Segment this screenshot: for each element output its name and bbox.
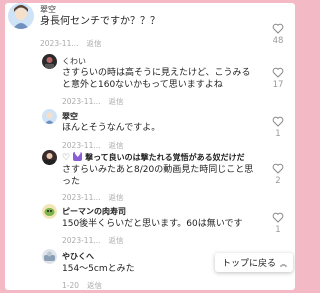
avatar[interactable] <box>42 249 57 264</box>
heart-icon <box>272 163 284 174</box>
comment-meta: 2023-11... 返信 <box>62 140 124 151</box>
like-count: 48 <box>272 36 284 46</box>
username-text: 撃って良いのは撃たれる覚悟がある奴だけだ <box>85 153 245 162</box>
avatar[interactable] <box>8 3 34 29</box>
avatar[interactable] <box>42 150 57 165</box>
like-count: 1 <box>275 225 281 235</box>
username[interactable]: ♡ 撃って良いのは撃たれる覚悟がある奴だけだ <box>62 150 245 163</box>
heart-outline-icon: ♡ <box>62 153 71 163</box>
comment-date: 2023-11... <box>62 193 101 202</box>
reply-link[interactable]: 返信 <box>109 97 124 106</box>
purple-heart-badge-icon <box>73 150 83 161</box>
comment-text: 150後半くらいだと思います。60は無いです <box>62 219 243 229</box>
like-button[interactable]: 17 <box>268 67 288 90</box>
comment-text: 身長何センチですか？？？ <box>40 16 160 27</box>
comment-text: ほんとそうなんですよ。 <box>62 123 161 133</box>
comment-date: 2023-11... <box>40 39 79 48</box>
comment-date: 1-20 <box>62 281 80 290</box>
like-count: 17 <box>272 80 284 90</box>
comments-panel: 翠空 身長何センチですか？？？ 2023-11... 返信 48 くわい さすらい… <box>5 3 295 290</box>
username[interactable]: くわい <box>62 56 86 67</box>
back-to-top-button[interactable]: トップに戻る ︽ <box>214 253 293 272</box>
comment-text-line-1: さすらいみたあと8/20の動画見た時同じこと思 <box>62 165 254 175</box>
comment-date: 2023-11... <box>62 236 101 245</box>
reply-link[interactable]: 返信 <box>109 236 124 245</box>
heart-icon <box>272 212 284 223</box>
double-chevron-up-icon: ︽ <box>280 260 287 268</box>
like-button[interactable]: 48 <box>268 23 288 46</box>
reply-link[interactable]: 返信 <box>109 141 124 150</box>
comment-text-line-2: と意外と160ないかもって思いますよね <box>62 80 223 90</box>
username[interactable]: 翠空 <box>62 111 78 122</box>
comment-text-line-1: さすらいの時は高そうに見えたけど、こうみる <box>62 68 251 78</box>
heart-icon <box>272 116 284 127</box>
username[interactable]: ピーマンの肉寿司 <box>62 206 126 217</box>
username[interactable]: やひくへ <box>62 251 94 262</box>
heart-icon <box>272 67 284 78</box>
username[interactable]: 翠空 <box>40 4 56 15</box>
like-button[interactable]: 1 <box>268 116 288 139</box>
avatar[interactable] <box>42 109 57 124</box>
like-count: 2 <box>275 176 281 186</box>
reply-link[interactable]: 返信 <box>87 39 102 48</box>
avatar[interactable] <box>42 54 57 69</box>
comment-date: 2023-11... <box>62 97 101 106</box>
reply-link[interactable]: 返信 <box>109 193 124 202</box>
comment-meta: 2023-11... 返信 <box>62 192 124 203</box>
comment-text-line-2: った <box>62 177 81 187</box>
comment-text: 154〜5cmとみた <box>62 264 135 274</box>
avatar[interactable] <box>42 204 57 219</box>
comment-meta: 2023-11... 返信 <box>62 235 124 246</box>
comment-meta: 1-20 返信 <box>62 280 102 290</box>
like-button[interactable]: 2 <box>268 163 288 186</box>
back-to-top-label: トップに戻る <box>221 259 276 269</box>
reply-link[interactable]: 返信 <box>87 281 102 290</box>
comment-meta: 2023-11... 返信 <box>40 38 102 49</box>
like-count: 1 <box>275 129 281 139</box>
like-button[interactable]: 1 <box>268 212 288 235</box>
comment-meta: 2023-11... 返信 <box>62 96 124 107</box>
comment-date: 2023-11... <box>62 141 101 150</box>
heart-icon <box>272 23 284 34</box>
